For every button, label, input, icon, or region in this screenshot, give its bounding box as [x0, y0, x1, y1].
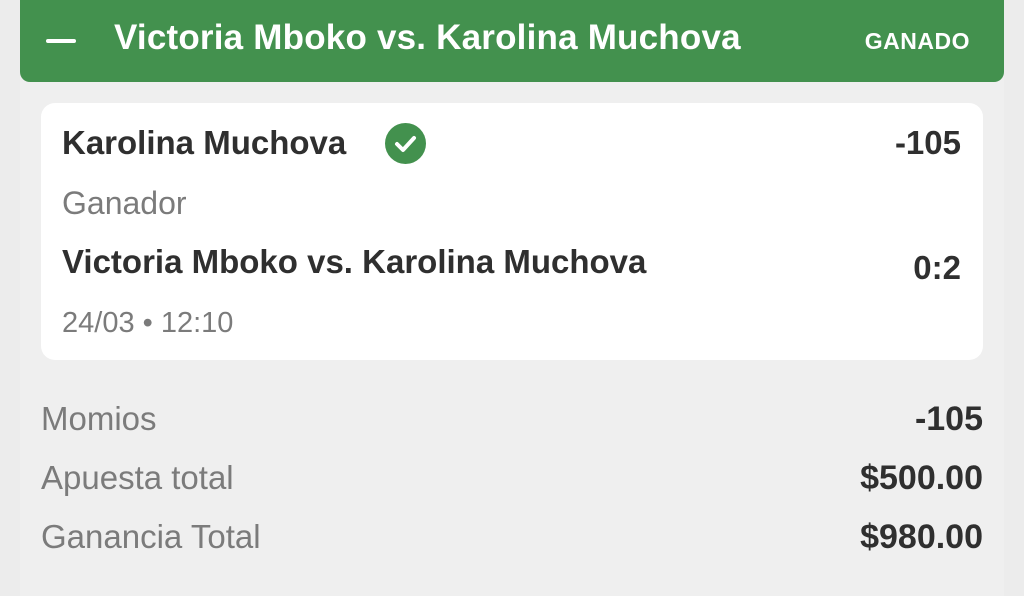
- bet-panel: Victoria Mboko vs. Karolina Muchova GANA…: [20, 0, 1004, 596]
- summary-row-winnings: Ganancia Total $980.00: [41, 518, 983, 558]
- bet-detail-screen: Victoria Mboko vs. Karolina Muchova GANA…: [0, 0, 1024, 596]
- summary-label: Ganancia Total: [41, 518, 261, 555]
- summary-row-stake: Apuesta total $500.00: [41, 459, 983, 499]
- minus-icon[interactable]: [46, 39, 76, 43]
- event-name: Victoria Mboko vs. Karolina Muchova: [62, 243, 647, 280]
- check-circle-icon: [385, 123, 426, 164]
- summary-label: Apuesta total: [41, 459, 234, 496]
- score: 0:2: [913, 249, 961, 286]
- summary-value: $980.00: [860, 518, 983, 556]
- status-badge: GANADO: [864, 28, 970, 54]
- bet-header[interactable]: Victoria Mboko vs. Karolina Muchova GANA…: [20, 0, 1004, 82]
- summary-value: $500.00: [860, 459, 983, 497]
- summary-value: -105: [914, 400, 983, 438]
- header-title: Victoria Mboko vs. Karolina Muchova: [114, 18, 741, 57]
- summary-row-odds: Momios -105: [41, 400, 983, 440]
- event-datetime: 24/03 • 12:10: [62, 307, 234, 339]
- summary-label: Momios: [41, 400, 157, 437]
- selection-name: Karolina Muchova: [62, 124, 347, 161]
- market-label: Ganador: [62, 185, 187, 221]
- selection-odds: -105: [894, 124, 961, 161]
- selection-card: Karolina Muchova -105 Ganador Victoria M…: [41, 103, 983, 360]
